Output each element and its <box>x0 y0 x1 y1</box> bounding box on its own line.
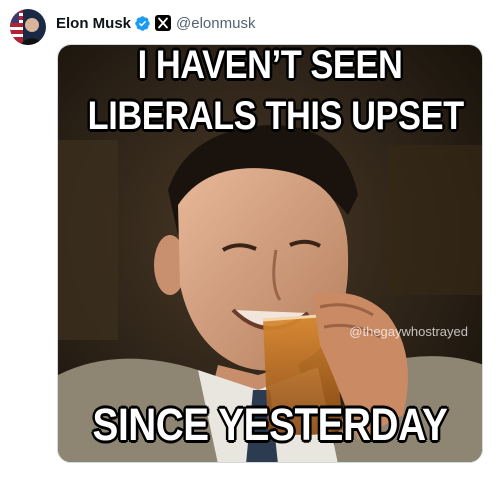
caption-top-line2: LIBERALS THIS UPSET <box>87 94 464 138</box>
avatar-image <box>10 9 46 45</box>
caption-top-line1: I HAVEN’T SEEN <box>137 44 403 87</box>
tweet-post: Elon Musk @elonmusk I HAVEN’T SEEN LIBER… <box>0 0 500 478</box>
caption-bottom: SINCE YESTERDAY <box>92 399 448 450</box>
verified-badge-icon <box>134 15 151 32</box>
tweet-header: Elon Musk @elonmusk <box>10 9 255 49</box>
author-names: Elon Musk @elonmusk <box>56 13 255 33</box>
author-display-name[interactable]: Elon Musk <box>56 15 131 32</box>
watermark: @thegaywhostrayed <box>349 324 468 339</box>
meme-image[interactable]: I HAVEN’T SEEN LIBERALS THIS UPSET @theg… <box>57 44 483 463</box>
x-logo-icon <box>155 15 172 31</box>
author-handle[interactable]: @elonmusk <box>176 15 255 32</box>
avatar[interactable] <box>10 9 46 45</box>
